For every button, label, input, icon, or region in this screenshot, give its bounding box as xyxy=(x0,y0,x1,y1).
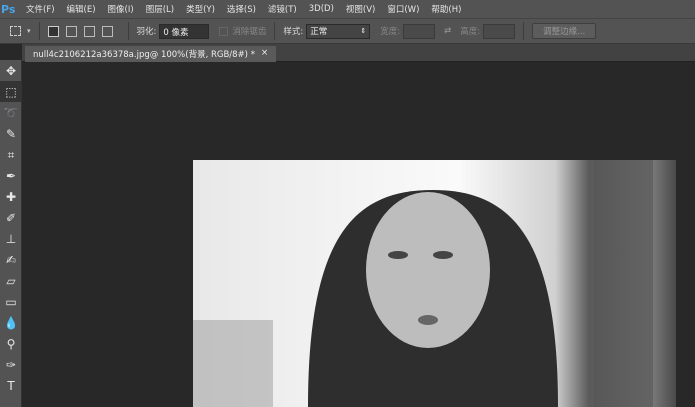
options-bar: ▾ 羽化: 0 像素 消除锯齿 样式: 正常 ⇕ 宽度: ⇄ 高度: 调整边缘..… xyxy=(0,18,695,44)
menu-3d[interactable]: 3D(D) xyxy=(309,4,334,14)
marquee-tool-icon[interactable]: ⬚ xyxy=(0,81,22,102)
eyedropper-tool-icon[interactable]: ✒ xyxy=(0,165,22,186)
style-value: 正常 xyxy=(310,27,328,37)
menu-file[interactable]: 文件(F) xyxy=(26,3,55,15)
feather-input[interactable]: 0 像素 xyxy=(159,23,210,39)
stamp-tool-icon[interactable]: ⊥ xyxy=(0,228,22,249)
brush-tool-icon[interactable]: ✐ xyxy=(0,207,22,228)
document-title: null4c2106212a36378a.jpg@ 100%(背景, RGB/8… xyxy=(33,50,255,60)
feather-label: 羽化: xyxy=(136,27,157,37)
menu-image[interactable]: 图像(I) xyxy=(108,3,134,15)
style-label: 样式: xyxy=(283,27,304,37)
menu-type[interactable]: 类型(Y) xyxy=(186,3,215,15)
width-input[interactable] xyxy=(403,23,436,39)
antialias-checkbox[interactable] xyxy=(219,26,229,36)
eraser-tool-icon[interactable]: ▱ xyxy=(0,270,22,291)
menu-help[interactable]: 帮助(H) xyxy=(431,3,461,15)
add-selection-button[interactable] xyxy=(65,25,77,37)
select-arrows-icon: ⇕ xyxy=(360,27,367,35)
tools-panel: ✥ ⬚ ➰ ✎ ⌗ ✒ ✚ ✐ ⊥ ✍ ▱ ▭ 💧 ⚲ ✑ T xyxy=(0,60,22,407)
lasso-tool-icon[interactable]: ➰ xyxy=(0,102,22,123)
canvas-image[interactable] xyxy=(193,160,676,407)
menu-select[interactable]: 选择(S) xyxy=(227,3,256,15)
healing-tool-icon[interactable]: ✚ xyxy=(0,186,22,207)
intersect-selection-button[interactable] xyxy=(101,25,113,37)
ps-logo: Ps xyxy=(1,2,16,16)
document-tab[interactable]: null4c2106212a36378a.jpg@ 100%(背景, RGB/8… xyxy=(25,46,277,62)
move-tool-icon[interactable]: ✥ xyxy=(0,60,22,81)
portrait-photo xyxy=(193,160,653,407)
menu-edit[interactable]: 编辑(E) xyxy=(67,3,96,15)
preset-dropdown-icon[interactable]: ▾ xyxy=(27,27,31,35)
menu-view[interactable]: 视图(V) xyxy=(346,3,375,15)
close-tab-icon[interactable]: × xyxy=(261,48,268,60)
blur-tool-icon[interactable]: 💧 xyxy=(0,312,22,333)
style-select[interactable]: 正常 ⇕ xyxy=(306,23,371,39)
document-tab-bar: null4c2106212a36378a.jpg@ 100%(背景, RGB/8… xyxy=(22,44,695,62)
pen-tool-icon[interactable]: ✑ xyxy=(0,354,22,375)
gradient-tool-icon[interactable]: ▭ xyxy=(0,291,22,312)
height-input[interactable] xyxy=(483,23,516,39)
swap-icon[interactable]: ⇄ xyxy=(444,26,451,36)
menu-window[interactable]: 窗口(W) xyxy=(387,3,419,15)
quick-select-tool-icon[interactable]: ✎ xyxy=(0,123,22,144)
menu-bar: Ps 文件(F) 编辑(E) 图像(I) 图层(L) 类型(Y) 选择(S) 滤… xyxy=(0,0,695,18)
subtract-selection-button[interactable] xyxy=(83,25,95,37)
antialias-label: 消除锯齿 xyxy=(232,27,267,37)
refine-edge-button[interactable]: 调整边缘... xyxy=(532,23,597,39)
width-label: 宽度: xyxy=(380,27,401,37)
height-label: 高度: xyxy=(460,27,481,37)
menu-filter[interactable]: 滤镜(T) xyxy=(268,3,297,15)
menu-layer[interactable]: 图层(L) xyxy=(146,3,174,15)
type-tool-icon[interactable]: T xyxy=(0,375,22,396)
new-selection-button[interactable] xyxy=(47,25,59,37)
dodge-tool-icon[interactable]: ⚲ xyxy=(0,333,22,354)
crop-tool-icon[interactable]: ⌗ xyxy=(0,144,22,165)
marquee-preset-icon[interactable] xyxy=(10,26,21,36)
history-brush-icon[interactable]: ✍ xyxy=(0,249,22,270)
